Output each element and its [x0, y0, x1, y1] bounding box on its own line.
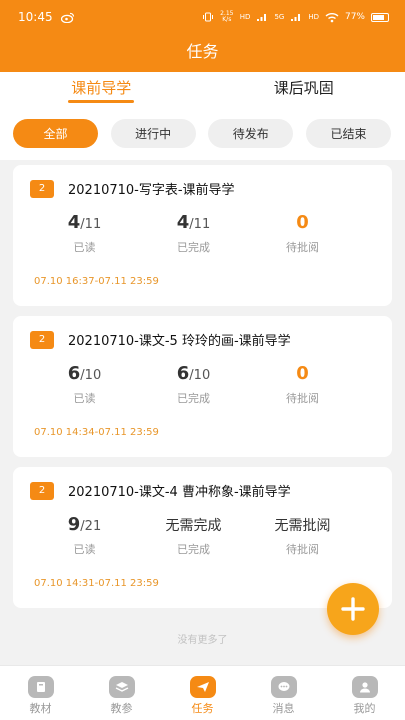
- battery-percent: 77%: [344, 12, 365, 22]
- stat-read: 9/21 已读: [30, 513, 139, 557]
- read-total: /10: [80, 368, 102, 383]
- stat-completed: 4/11 已完成: [139, 211, 248, 255]
- pending-count: 0: [296, 212, 309, 233]
- stat-read: 4/11 已读: [30, 211, 139, 255]
- hd-label-2: HD: [308, 13, 319, 21]
- layers-icon: [108, 676, 135, 698]
- status-time: 10:45: [18, 10, 53, 24]
- chat-bubble-icon: [270, 676, 297, 698]
- app-header: 10:45 2.15 K/s HD 5G HD 77% 任务: [0, 0, 405, 72]
- task-card[interactable]: 2 20210710-课文-4 曹冲称象-课前导学 9/21 已读 无需完成 已…: [13, 467, 392, 608]
- task-time: 07.10 14:34-07.11 23:59: [34, 427, 159, 438]
- book-icon: [27, 676, 54, 698]
- completed-label: 已完成: [177, 392, 210, 405]
- filter-pending-publish[interactable]: 待发布: [208, 118, 294, 148]
- nav-reference[interactable]: 教参: [81, 666, 162, 720]
- read-total: /21: [80, 519, 102, 534]
- nav-messages[interactable]: 消息: [243, 666, 324, 720]
- page-title: 任务: [186, 42, 219, 61]
- signal-icon-2: [291, 14, 301, 21]
- signal-icon: [257, 14, 267, 21]
- task-title: 20210710-课文-4 曹冲称象-课前导学: [68, 485, 291, 500]
- pending-count: 0: [296, 363, 309, 384]
- task-card[interactable]: 2 20210710-写字表-课前导学 4/11 已读 4/11 已完成 0 待…: [13, 165, 392, 306]
- stat-completed: 6/10 已完成: [139, 362, 248, 406]
- status-bar: 10:45 2.15 K/s HD 5G HD 77%: [0, 0, 405, 34]
- task-badge: 2: [30, 481, 54, 500]
- nav-tasks[interactable]: 任务: [162, 666, 243, 720]
- tab-post-review[interactable]: 课后巩固: [203, 72, 405, 106]
- add-task-button[interactable]: [327, 583, 379, 635]
- completed-label: 已完成: [177, 543, 210, 556]
- weibo-icon: [60, 12, 74, 23]
- task-title: 20210710-写字表-课前导学: [68, 183, 235, 198]
- pending-text: 无需批阅: [274, 518, 331, 534]
- completed-count: 4: [176, 212, 190, 233]
- stat-pending: 无需批阅 待批阅: [248, 513, 357, 557]
- vibrate-icon: [202, 12, 213, 22]
- plus-icon: [341, 597, 365, 621]
- completed-total: /11: [189, 217, 211, 232]
- nav-label: 任务: [191, 702, 214, 715]
- bottom-nav: 教材 教参 任务 消息 我的: [0, 665, 405, 720]
- hd-label: HD: [239, 13, 251, 21]
- read-label: 已读: [73, 241, 96, 254]
- read-total: /11: [80, 217, 102, 232]
- read-count: 6: [67, 363, 81, 384]
- paper-plane-icon: [189, 676, 216, 698]
- completed-total: /10: [189, 368, 211, 383]
- nav-label: 教参: [110, 702, 133, 715]
- stat-pending: 0 待批阅: [248, 362, 357, 406]
- task-title: 20210710-课文-5 玲玲的画-课前导学: [68, 334, 291, 349]
- pending-label: 待批阅: [286, 241, 319, 254]
- nav-textbook[interactable]: 教材: [0, 666, 81, 720]
- task-badge: 2: [30, 179, 54, 198]
- task-badge: 2: [30, 330, 54, 349]
- completed-label: 已完成: [177, 241, 210, 254]
- task-time: 07.10 16:37-07.11 23:59: [34, 276, 159, 287]
- completed-text: 无需完成: [165, 518, 222, 534]
- task-time: 07.10 14:31-07.11 23:59: [34, 578, 159, 589]
- tab-pre-study[interactable]: 课前导学: [0, 72, 203, 106]
- battery-icon: [371, 12, 389, 22]
- nav-label: 教材: [29, 702, 52, 715]
- pending-label: 待批阅: [286, 543, 319, 556]
- filter-bar: 全部 进行中 待发布 已结束: [0, 106, 405, 160]
- stat-completed: 无需完成 已完成: [139, 513, 248, 557]
- wifi-icon: [325, 12, 339, 22]
- 5g-label: 5G: [274, 13, 285, 21]
- stat-read: 6/10 已读: [30, 362, 139, 406]
- read-label: 已读: [73, 392, 96, 405]
- completed-count: 6: [176, 363, 190, 384]
- read-count: 9: [67, 514, 81, 535]
- filter-in-progress[interactable]: 进行中: [110, 118, 196, 148]
- pending-label: 待批阅: [286, 392, 319, 405]
- user-icon: [351, 676, 378, 698]
- filter-ended[interactable]: 已结束: [305, 118, 391, 148]
- read-count: 4: [67, 212, 81, 233]
- task-card[interactable]: 2 20210710-课文-5 玲玲的画-课前导学 6/10 已读 6/10 已…: [13, 316, 392, 457]
- read-label: 已读: [73, 543, 96, 556]
- network-speed: 2.15 K/s: [220, 10, 234, 23]
- main-tabs: 课前导学 课后巩固: [0, 72, 405, 106]
- nav-label: 消息: [272, 702, 295, 715]
- stat-pending: 0 待批阅: [248, 211, 357, 255]
- nav-label: 我的: [353, 702, 376, 715]
- filter-all[interactable]: 全部: [13, 118, 98, 148]
- nav-profile[interactable]: 我的: [324, 666, 405, 720]
